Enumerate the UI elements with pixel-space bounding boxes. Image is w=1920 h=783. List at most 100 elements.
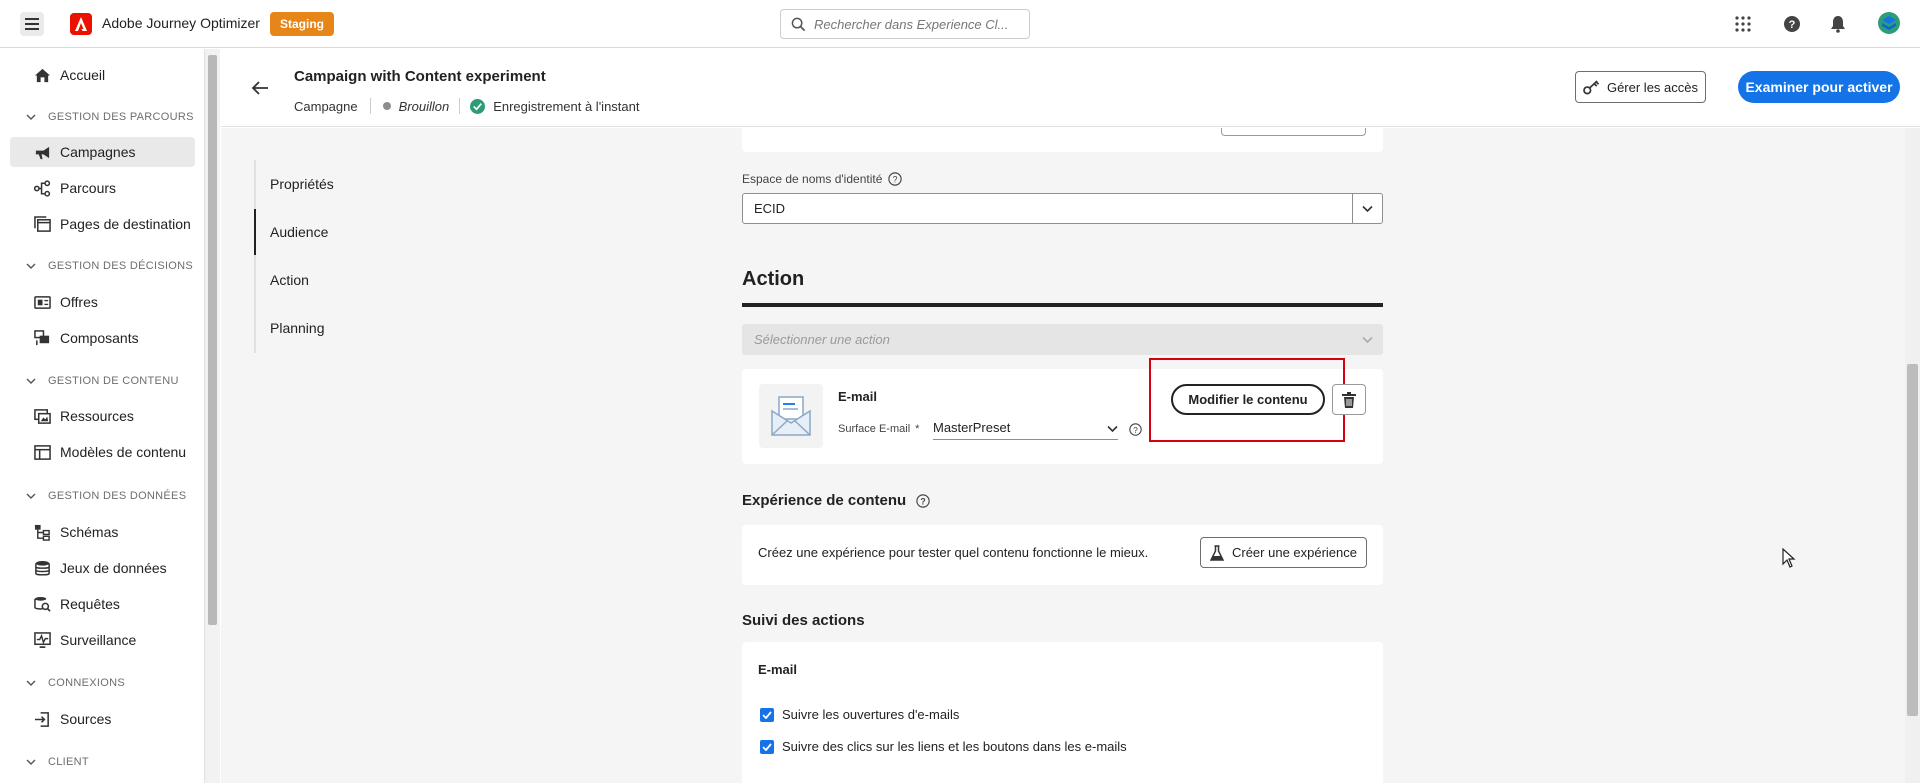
audience-card xyxy=(742,128,1383,152)
trash-icon xyxy=(1342,391,1356,408)
section-client[interactable]: CLIENT xyxy=(26,756,89,768)
svg-text:?: ? xyxy=(921,496,926,506)
status-dot-icon xyxy=(382,102,391,110)
scrollbar-thumb[interactable] xyxy=(1907,364,1918,716)
section-parcours[interactable]: GESTION DES PARCOURS xyxy=(26,111,194,123)
track-clicks-label[interactable]: Suivre des clics sur les liens et les bo… xyxy=(782,739,1127,754)
sidebar-item-label: Offres xyxy=(60,294,98,310)
search-input[interactable]: Rechercher dans Experience Cl... xyxy=(780,9,1030,39)
track-opens-checkbox[interactable] xyxy=(760,708,774,722)
field-label: Espace de noms d'identité xyxy=(742,172,883,186)
sidebar-item-label: Composants xyxy=(60,330,139,346)
email-action-card: E-mail Surface E-mail * MasterPreset ? M… xyxy=(742,358,1383,464)
apps-grid-icon[interactable] xyxy=(1733,14,1753,34)
sidebar-item-label: Parcours xyxy=(60,180,117,196)
sidebar-item-schemas[interactable]: Schémas xyxy=(10,517,195,547)
sidebar-item-sources[interactable]: Sources xyxy=(10,704,195,734)
sidebar-scrollbar[interactable] xyxy=(205,49,220,783)
select-action-dropdown[interactable]: Sélectionner une action xyxy=(742,324,1383,355)
section-divider xyxy=(742,303,1383,307)
home-icon xyxy=(34,68,51,83)
beaker-icon xyxy=(1209,544,1224,561)
megaphone-icon xyxy=(35,146,50,160)
sidebar-item-journeys[interactable]: Parcours xyxy=(10,173,195,203)
sidebar-item-landing-pages[interactable]: Pages de destination xyxy=(10,209,195,239)
sidebar-item-monitoring[interactable]: Surveillance xyxy=(10,625,195,655)
sidebar-item-label: Accueil xyxy=(60,67,106,83)
section-label: GESTION DES PARCOURS xyxy=(48,111,194,123)
tracking-heading: Suivi des actions xyxy=(742,612,865,629)
delete-button[interactable] xyxy=(1332,384,1366,415)
sidebar-item-queries[interactable]: Requêtes xyxy=(10,589,195,619)
svg-text:?: ? xyxy=(1133,426,1138,435)
sidebar-item-components[interactable]: Composants xyxy=(10,323,195,353)
menu-icon[interactable] xyxy=(20,12,44,36)
back-arrow-icon[interactable] xyxy=(251,79,269,97)
section-connexions[interactable]: CONNEXIONS xyxy=(26,677,125,689)
identity-namespace-select[interactable]: ECID xyxy=(742,193,1383,224)
sidebar-item-home[interactable]: Accueil xyxy=(10,60,195,90)
chevron-down-icon xyxy=(26,759,36,765)
chevron-down-icon xyxy=(1107,425,1118,433)
section-contenu[interactable]: GESTION DE CONTENU xyxy=(26,375,179,387)
email-surface-select[interactable]: MasterPreset xyxy=(933,412,1118,440)
page-title: Campaign with Content experiment xyxy=(294,68,546,85)
help-icon[interactable]: ? xyxy=(888,172,903,186)
notifications-bell-icon[interactable] xyxy=(1828,14,1848,34)
review-to-activate-button[interactable]: Examiner pour activer xyxy=(1738,71,1900,103)
sidebar-item-content-templates[interactable]: Modèles de contenu xyxy=(10,437,195,467)
chevron-down-icon xyxy=(1362,336,1373,344)
required-mark: * xyxy=(915,423,920,435)
sidebar-item-offers[interactable]: Offres xyxy=(10,287,195,317)
adobe-logo-icon[interactable] xyxy=(70,13,92,35)
content-scrollbar[interactable] xyxy=(1905,128,1920,783)
tracking-subheading: E-mail xyxy=(758,662,798,677)
track-opens-label[interactable]: Suivre les ouvertures d'e-mails xyxy=(782,707,959,722)
active-section-indicator xyxy=(254,209,256,255)
track-clicks-checkbox[interactable] xyxy=(760,740,774,754)
sidebar-item-label: Requêtes xyxy=(60,596,120,612)
left-sidebar: Accueil GESTION DES PARCOURS Campagnes P… xyxy=(0,49,205,783)
environment-badge[interactable]: Staging xyxy=(270,12,334,36)
field-label: Surface E-mail xyxy=(838,423,911,435)
help-icon[interactable]: ? xyxy=(916,493,930,508)
journey-icon xyxy=(34,180,51,197)
top-bar: Adobe Journey Optimizer Staging Recherch… xyxy=(0,0,1920,48)
check-circle-icon xyxy=(470,98,486,114)
sidebar-item-assets[interactable]: Ressources xyxy=(10,401,195,431)
database-icon xyxy=(35,560,50,576)
sidebar-item-datasets[interactable]: Jeux de données xyxy=(10,553,195,583)
dropdown-button[interactable] xyxy=(1352,194,1382,223)
sidebar-item-label: Surveillance xyxy=(60,632,137,648)
mouse-cursor-icon xyxy=(1782,548,1796,568)
toc-item-properties[interactable]: Propriétés xyxy=(270,176,334,192)
app-name[interactable]: Adobe Journey Optimizer xyxy=(102,15,260,31)
sidebar-item-label: Modèles de contenu xyxy=(60,444,187,460)
audience-button-partial[interactable] xyxy=(1221,128,1366,136)
search-placeholder: Rechercher dans Experience Cl... xyxy=(814,16,1009,32)
sidebar-item-label: Pages de destination xyxy=(60,216,191,232)
chevron-down-icon xyxy=(26,378,36,384)
edit-content-button[interactable]: Modifier le contenu xyxy=(1171,384,1325,415)
manage-access-button[interactable]: Gérer les accès xyxy=(1575,71,1706,103)
section-donnees[interactable]: GESTION DES DONNÉES xyxy=(26,490,186,502)
toc-item-planning[interactable]: Planning xyxy=(270,320,325,336)
section-label: GESTION DE CONTENU xyxy=(48,375,179,387)
section-decisions[interactable]: GESTION DES DÉCISIONS xyxy=(26,260,193,272)
toc-item-action[interactable]: Action xyxy=(270,272,309,288)
help-icon[interactable]: ? xyxy=(1129,423,1142,436)
toc-item-audience[interactable]: Audience xyxy=(270,224,328,240)
query-icon xyxy=(34,596,51,612)
section-label: CLIENT xyxy=(48,756,89,768)
create-experiment-button[interactable]: Créer une expérience xyxy=(1200,537,1367,568)
chevron-down-icon xyxy=(26,680,36,686)
button-label: Gérer les accès xyxy=(1606,79,1699,95)
sidebar-item-campaigns[interactable]: Campagnes xyxy=(10,137,195,167)
schema-icon xyxy=(34,524,50,541)
sidebar-item-label: Campagnes xyxy=(60,144,136,160)
sidebar-item-label: Sources xyxy=(60,711,112,727)
user-avatar-icon[interactable] xyxy=(1878,12,1900,34)
help-icon[interactable]: ? xyxy=(1782,14,1802,34)
key-icon xyxy=(1583,79,1600,94)
scrollbar-thumb[interactable] xyxy=(208,55,217,625)
